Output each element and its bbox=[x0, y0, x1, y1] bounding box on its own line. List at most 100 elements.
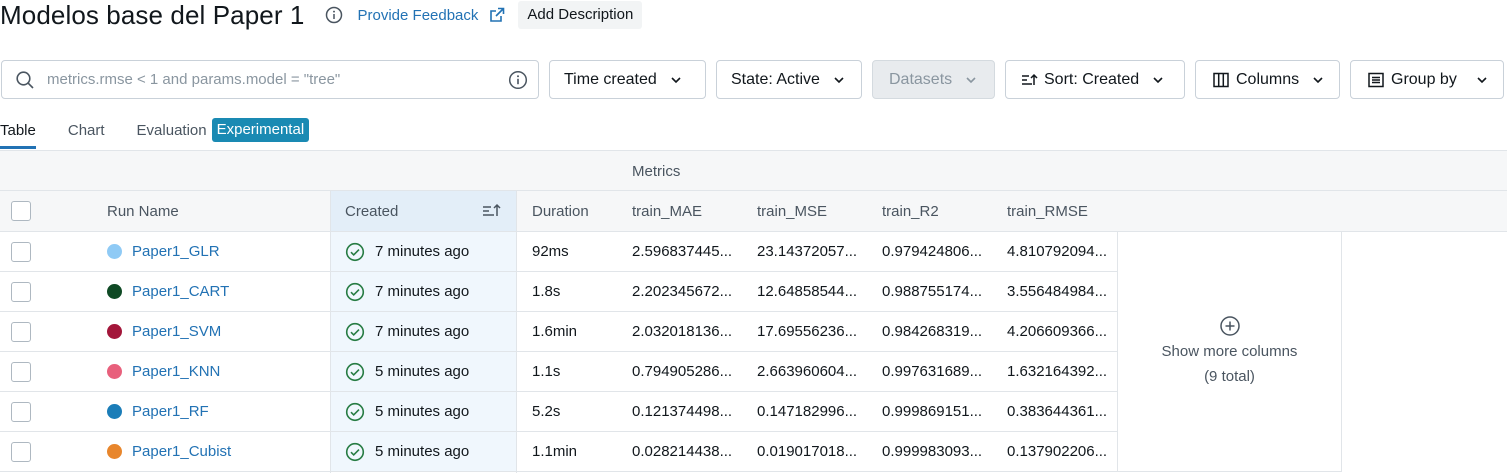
created-time: 5 minutes ago bbox=[375, 403, 470, 420]
column-group-header: Metrics bbox=[0, 150, 1507, 191]
tab-chart[interactable]: Chart bbox=[68, 117, 105, 149]
row-checkbox[interactable] bbox=[11, 281, 31, 302]
search-box[interactable] bbox=[1, 60, 539, 99]
table-row[interactable]: Paper1_CART 7 minutes ago 1.8s 2.202345672.… bbox=[0, 272, 1117, 312]
column-header-run-name[interactable]: Run Name bbox=[107, 191, 179, 231]
select-all-cell bbox=[11, 191, 41, 231]
tab-table[interactable]: Table bbox=[0, 117, 36, 149]
row-checkbox[interactable] bbox=[11, 401, 31, 422]
row-checkbox[interactable] bbox=[11, 361, 31, 382]
run-name-link[interactable]: Paper1_GLR bbox=[132, 243, 220, 260]
table-row[interactable]: Paper1_GLR 7 minutes ago 92ms 2.596837445..… bbox=[0, 232, 1117, 272]
chevron-down-icon bbox=[669, 73, 683, 87]
runs-table: Metrics Run Name Created Duration train_… bbox=[0, 150, 1507, 473]
run-color-dot[interactable] bbox=[107, 244, 122, 259]
page-header: Modelos base del Paper 1 Provide Feedbac… bbox=[0, 0, 643, 30]
train-mse-cell: 12.64858544... bbox=[757, 283, 858, 300]
train-mae-cell: 2.032018136... bbox=[632, 323, 733, 340]
check-circle-icon bbox=[345, 362, 365, 382]
list-icon bbox=[1367, 71, 1385, 89]
add-description-button[interactable]: Add Description bbox=[518, 1, 643, 29]
view-tabs: Table Chart Evaluation Experimental bbox=[0, 117, 310, 149]
column-header-train-rmse[interactable]: train_RMSE bbox=[1007, 191, 1088, 231]
sort-dropdown[interactable]: Sort: Created bbox=[1005, 60, 1185, 99]
run-color-dot[interactable] bbox=[107, 324, 122, 339]
table-row[interactable]: Paper1_RF 5 minutes ago 5.2s 0.121374498...… bbox=[0, 392, 1117, 432]
duration-cell: 92ms bbox=[532, 243, 569, 260]
run-name-cell: Paper1_GLR bbox=[107, 232, 327, 271]
datasets-dropdown[interactable]: Datasets bbox=[872, 60, 995, 99]
run-name-cell: Paper1_SVM bbox=[107, 312, 327, 351]
table-row[interactable]: Paper1_KNN 5 minutes ago 1.1s 0.794905286..… bbox=[0, 352, 1117, 392]
created-header-label: Created bbox=[345, 202, 399, 220]
train-rmse-cell: 1.632164392... bbox=[1007, 363, 1108, 380]
train-mae-cell: 0.028214438... bbox=[632, 443, 733, 460]
train-mse-cell: 23.14372057... bbox=[757, 243, 858, 260]
check-circle-icon bbox=[345, 322, 365, 342]
search-info-icon[interactable] bbox=[508, 70, 528, 90]
check-circle-icon bbox=[345, 442, 365, 462]
show-more-columns-button[interactable]: Show more columns (9 total) bbox=[1117, 232, 1342, 472]
check-circle-icon bbox=[345, 402, 365, 422]
external-link-icon[interactable] bbox=[488, 6, 506, 24]
run-color-dot[interactable] bbox=[107, 444, 122, 459]
chevron-down-icon bbox=[1475, 73, 1489, 87]
row-select-cell bbox=[11, 432, 41, 471]
row-checkbox[interactable] bbox=[11, 441, 31, 462]
run-name-link[interactable]: Paper1_KNN bbox=[132, 363, 220, 380]
columns-icon bbox=[1212, 71, 1230, 89]
train-mae-cell: 0.794905286... bbox=[632, 363, 733, 380]
run-name-link[interactable]: Paper1_Cubist bbox=[132, 443, 231, 460]
created-cell: 7 minutes ago bbox=[331, 232, 516, 271]
train-mse-cell: 0.147182996... bbox=[757, 403, 858, 420]
column-header-train-mae[interactable]: train_MAE bbox=[632, 191, 702, 231]
run-name-cell: Paper1_KNN bbox=[107, 352, 327, 391]
row-checkbox[interactable] bbox=[11, 321, 31, 342]
search-input[interactable] bbox=[47, 71, 508, 88]
state-dropdown[interactable]: State: Active bbox=[716, 60, 862, 99]
columns-dropdown[interactable]: Columns bbox=[1195, 60, 1340, 99]
select-all-checkbox[interactable] bbox=[11, 201, 31, 221]
chevron-down-icon bbox=[1311, 73, 1325, 87]
group-by-dropdown[interactable]: Group by bbox=[1350, 60, 1504, 99]
train-r2-cell: 0.999983093... bbox=[882, 443, 983, 460]
experimental-badge: Experimental bbox=[211, 118, 310, 142]
time-created-dropdown[interactable]: Time created bbox=[549, 60, 706, 99]
run-color-dot[interactable] bbox=[107, 364, 122, 379]
train-r2-cell: 0.988755174... bbox=[882, 283, 983, 300]
created-time: 5 minutes ago bbox=[375, 363, 470, 380]
filter-bar: Time created State: Active Datasets Sort… bbox=[0, 60, 1507, 100]
group-by-label: Group by bbox=[1391, 70, 1457, 88]
datasets-label: Datasets bbox=[889, 70, 953, 88]
table-row[interactable]: Paper1_Cubist 5 minutes ago 1.1min 0.028214… bbox=[0, 432, 1117, 472]
run-name-link[interactable]: Paper1_SVM bbox=[132, 323, 221, 340]
train-mse-cell: 0.019017018... bbox=[757, 443, 858, 460]
run-name-link[interactable]: Paper1_RF bbox=[132, 403, 209, 420]
created-cell: 7 minutes ago bbox=[331, 312, 516, 351]
table-row[interactable]: Paper1_SVM 7 minutes ago 1.6min 2.032018136… bbox=[0, 312, 1117, 352]
column-header-created[interactable]: Created bbox=[330, 191, 516, 231]
row-checkbox[interactable] bbox=[11, 241, 31, 262]
column-header-train-r2[interactable]: train_R2 bbox=[882, 191, 939, 231]
run-color-dot[interactable] bbox=[107, 404, 122, 419]
metrics-group-label: Metrics bbox=[632, 163, 681, 180]
sort-icon[interactable] bbox=[482, 202, 502, 220]
train-rmse-cell: 3.556484984... bbox=[1007, 283, 1108, 300]
run-name-link[interactable]: Paper1_CART bbox=[132, 283, 229, 300]
info-icon[interactable] bbox=[325, 6, 343, 24]
created-time: 7 minutes ago bbox=[375, 243, 470, 260]
tab-evaluation[interactable]: Evaluation bbox=[137, 117, 207, 149]
train-mae-cell: 2.596837445... bbox=[632, 243, 733, 260]
duration-cell: 1.8s bbox=[532, 283, 561, 300]
sort-label: Sort: Created bbox=[1044, 70, 1140, 88]
train-rmse-cell: 4.206609366... bbox=[1007, 323, 1108, 340]
train-rmse-cell: 0.137902206... bbox=[1007, 443, 1108, 460]
column-header-train-mse[interactable]: train_MSE bbox=[757, 191, 827, 231]
run-color-dot[interactable] bbox=[107, 284, 122, 299]
chevron-down-icon bbox=[1151, 73, 1165, 87]
chevron-down-icon bbox=[832, 73, 846, 87]
train-rmse-cell: 0.383644361... bbox=[1007, 403, 1108, 420]
provide-feedback-link[interactable]: Provide Feedback bbox=[358, 7, 479, 24]
column-header-duration[interactable]: Duration bbox=[532, 191, 589, 231]
run-name-cell: Paper1_RF bbox=[107, 392, 327, 431]
